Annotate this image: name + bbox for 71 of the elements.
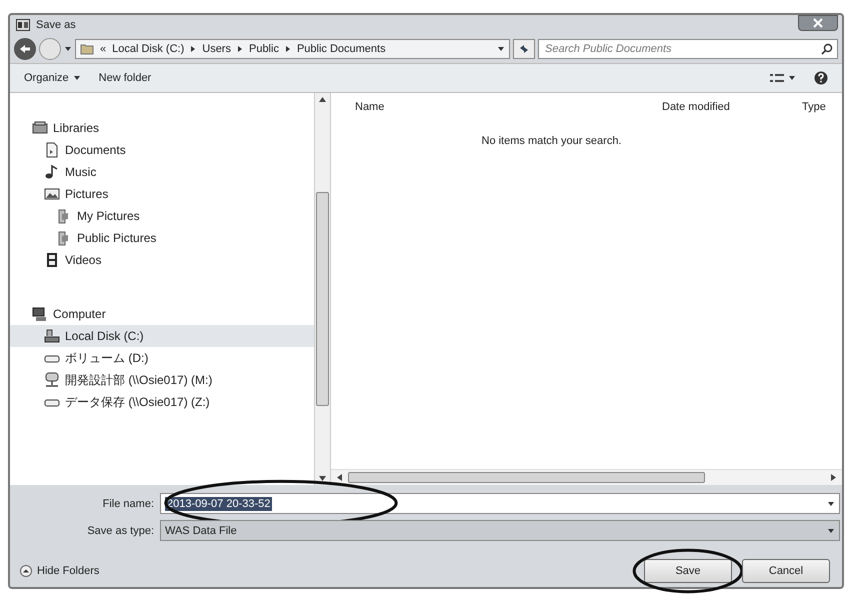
- history-dropdown[interactable]: [64, 45, 72, 53]
- tree-item[interactable]: Libraries: [10, 117, 314, 139]
- film-icon: [44, 252, 60, 268]
- help-icon: [814, 71, 828, 85]
- column-header[interactable]: Type: [802, 101, 832, 113]
- address-bar[interactable]: « Local Disk (C:) Users Public Public Documents: [75, 39, 510, 59]
- document-icon: [44, 142, 60, 158]
- scroll-right-arrow-icon[interactable]: [831, 474, 836, 481]
- cancel-button[interactable]: Cancel: [742, 559, 830, 583]
- chevron-icon: [190, 45, 196, 53]
- search-input[interactable]: Search Public Documents: [543, 42, 817, 56]
- vertical-scrollbar[interactable]: [314, 93, 330, 485]
- chevron-icon: [236, 45, 243, 53]
- file-name-field[interactable]: 2013-09-07 20-33-52: [160, 493, 840, 514]
- search-icon: [821, 43, 833, 55]
- close-icon: [813, 18, 823, 28]
- music-note-icon: [44, 164, 60, 180]
- disk-drive-icon: [44, 328, 60, 344]
- app-icon: [16, 19, 30, 31]
- breadcrumb[interactable]: Public Documents: [296, 43, 386, 55]
- caret-icon: [64, 45, 72, 53]
- chevron-icon: [284, 45, 291, 53]
- caret-icon: [827, 500, 835, 508]
- scrollbar-thumb[interactable]: [348, 472, 705, 483]
- column-header[interactable]: Date modified: [662, 101, 802, 113]
- tree-item[interactable]: Computer: [10, 303, 314, 325]
- tree-item[interactable]: ボリューム (D:): [10, 347, 314, 369]
- picture-icon: [44, 186, 60, 202]
- window-title: Save as: [36, 19, 76, 31]
- tree-item[interactable]: Music: [10, 161, 314, 183]
- new-folder-button[interactable]: New folder: [94, 70, 156, 86]
- organize-menu[interactable]: Organize: [20, 70, 85, 86]
- collapse-icon: [20, 565, 32, 577]
- refresh-button[interactable]: [513, 39, 535, 59]
- scroll-up-arrow-icon[interactable]: [319, 97, 326, 102]
- breadcrumb[interactable]: Local Disk (C:): [112, 43, 184, 55]
- back-button[interactable]: [14, 38, 36, 60]
- tree-item[interactable]: Local Disk (C:): [10, 325, 314, 347]
- tree-item[interactable]: データ保存 (\\Osie017) (Z:): [10, 391, 314, 413]
- overflow-button[interactable]: «: [100, 43, 106, 55]
- tree-item[interactable]: Videos: [10, 249, 314, 271]
- search-field[interactable]: Search Public Documents: [538, 39, 838, 59]
- close-button[interactable]: [798, 15, 838, 31]
- type-dropdown[interactable]: WAS Data File: [160, 520, 840, 541]
- caret-icon: [788, 74, 796, 82]
- computer-icon: [32, 306, 48, 322]
- address-dropdown[interactable]: [497, 45, 505, 53]
- breadcrumb[interactable]: Public: [248, 43, 279, 55]
- column-header[interactable]: Name: [355, 101, 662, 113]
- tree-item[interactable]: 開発設計部 (\\Osie017) (M:): [10, 369, 314, 391]
- save-button[interactable]: Save: [644, 559, 732, 583]
- tree-item[interactable]: Documents: [10, 139, 314, 161]
- caret-icon: [72, 74, 81, 82]
- library-icon: [32, 120, 48, 136]
- tree-item[interactable]: Pictures: [10, 183, 314, 205]
- hide-folders-button[interactable]: Hide Folders: [20, 565, 100, 577]
- field-label: File name:: [102, 498, 155, 510]
- tree-item[interactable]: Public Pictures: [10, 227, 314, 249]
- empty-message: No items match your search.: [480, 135, 622, 147]
- tree-item[interactable]: My Pictures: [10, 205, 314, 227]
- scroll-left-arrow-icon[interactable]: [337, 474, 342, 481]
- back-arrow-icon: [19, 44, 31, 54]
- caret-icon: [827, 526, 835, 534]
- scrollbar-thumb[interactable]: [316, 192, 329, 406]
- view-icon: [770, 73, 784, 83]
- horizontal-scrollbar[interactable]: [331, 469, 842, 485]
- field-label: Save as type:: [86, 524, 155, 536]
- caret-icon: [497, 45, 505, 53]
- breadcrumb[interactable]: Users: [202, 43, 231, 55]
- network-drive-icon: [44, 372, 60, 388]
- scroll-down-arrow-icon[interactable]: [319, 476, 326, 481]
